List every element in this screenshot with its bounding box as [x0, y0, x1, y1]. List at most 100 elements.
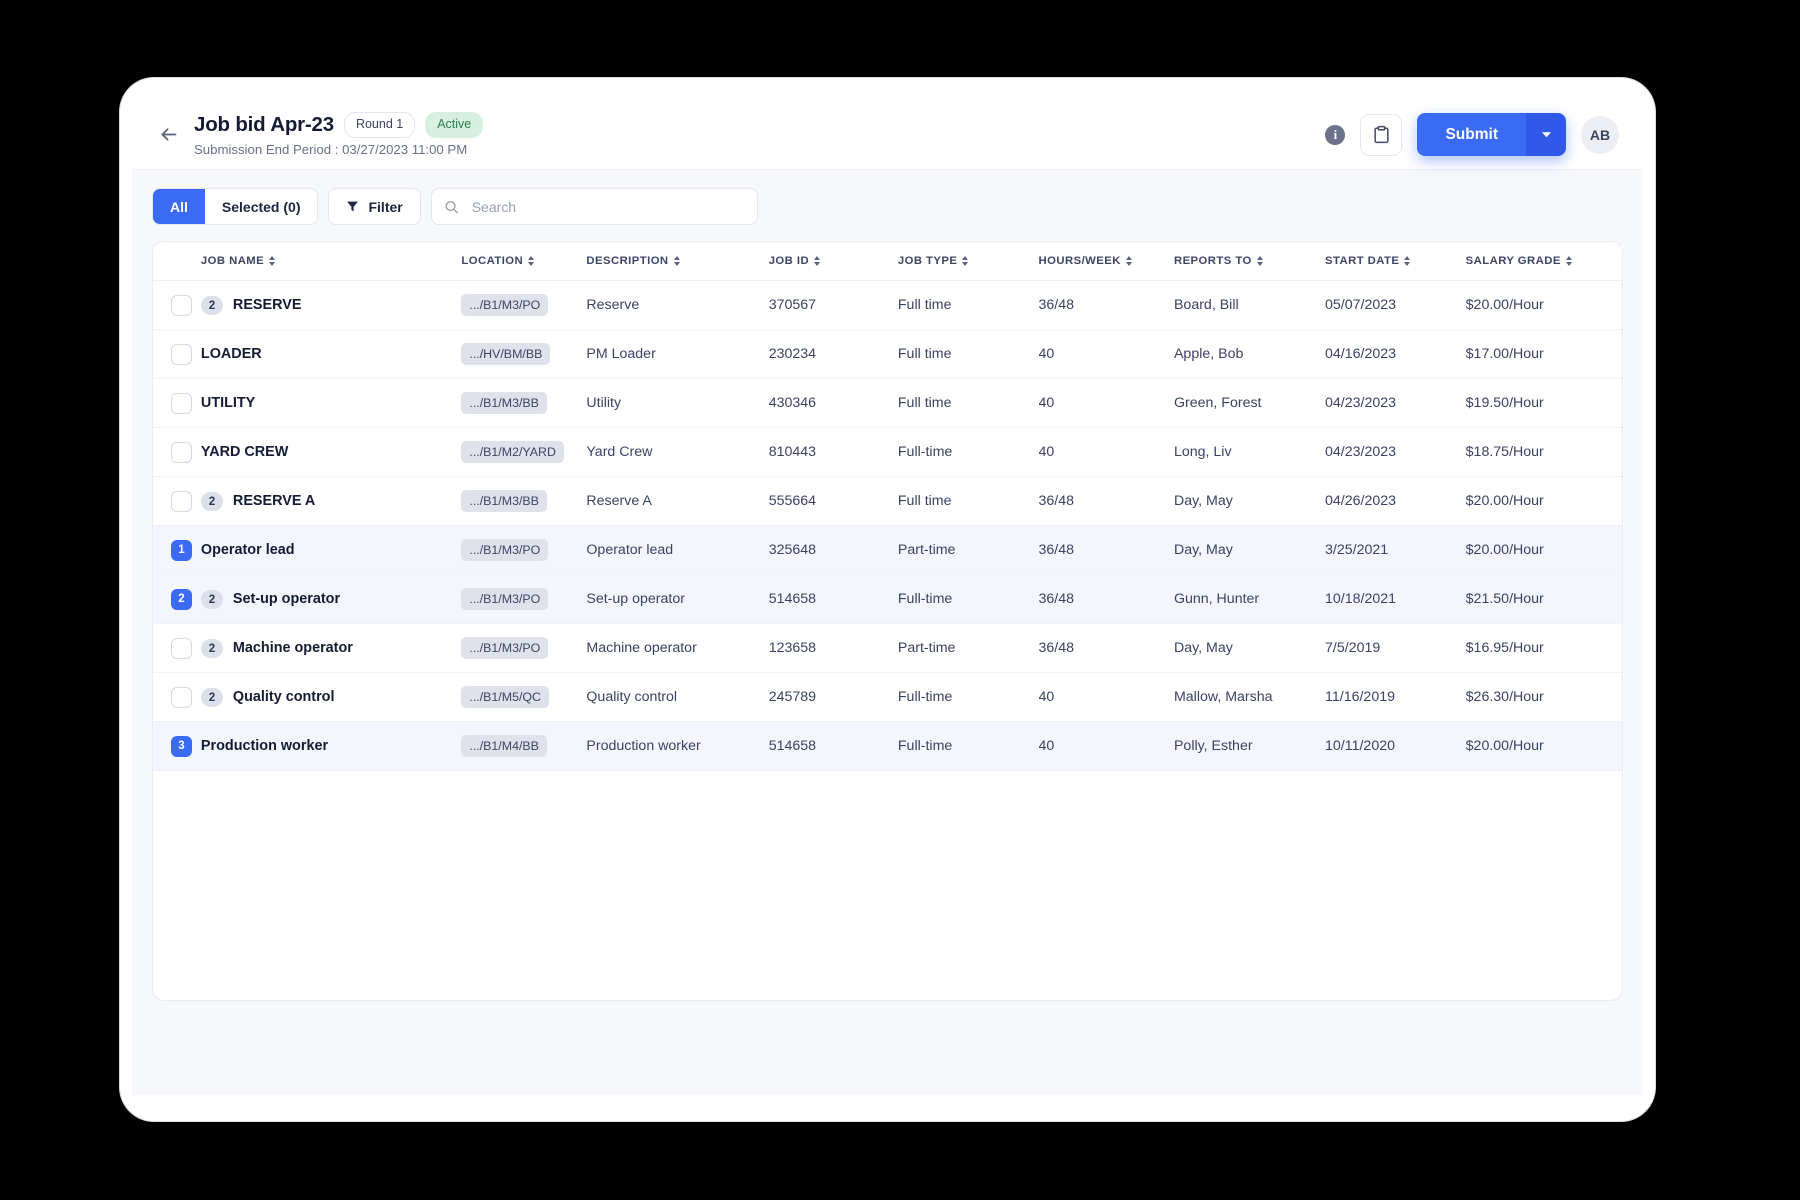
tab-selected[interactable]: Selected (0) — [204, 189, 318, 224]
avatar[interactable]: AB — [1581, 115, 1619, 154]
cell-job-type: Full time — [897, 476, 1039, 526]
submission-period-label: Submission End Period : 03/27/2023 11:00… — [194, 141, 468, 157]
cell-hours-week: 36/48 — [1038, 525, 1174, 575]
column-header-job-name[interactable]: JOB NAME — [200, 242, 462, 281]
arrow-left-icon — [161, 128, 176, 141]
table-row[interactable]: 2 RESERVE .../B1/M3/PO Reserve 370567 Full ti… — [153, 280, 1622, 330]
table-row[interactable]: 3 Production worker .../B1/M4/BB Production… — [153, 721, 1622, 771]
cell-location: .../B1/M4/BB — [461, 721, 587, 771]
sort-icon[interactable] — [1565, 256, 1572, 266]
cell-job-type: Full-time — [897, 574, 1039, 624]
table-row[interactable]: 1 Operator lead .../B1/M3/PO Operator lead 3… — [153, 525, 1622, 575]
location-pill: .../B1/M3/PO — [461, 539, 549, 561]
status-badge: Active — [425, 112, 484, 138]
table-row[interactable]: 2 RESERVE A .../B1/M3/BB Reserve A 555664 Ful… — [153, 476, 1622, 526]
rank-badge[interactable]: 1 — [171, 539, 192, 561]
location-pill: .../B1/M3/PO — [461, 294, 549, 316]
cell-salary-grade: $20.00/Hour — [1465, 280, 1622, 330]
cell-description: Utility — [586, 378, 769, 428]
column-header-job-id[interactable]: JOB ID — [768, 242, 898, 281]
row-checkbox[interactable] — [171, 441, 192, 463]
table-row[interactable]: 2 Machine operator .../B1/M3/PO Machine ope… — [153, 623, 1622, 673]
info-icon[interactable]: i — [1325, 124, 1346, 145]
column-header-reports-to[interactable]: REPORTS TO — [1173, 242, 1326, 281]
row-checkbox[interactable] — [171, 392, 192, 414]
toolbar: All Selected (0) Filter — [152, 188, 1623, 225]
cell-salary-grade: $20.00/Hour — [1465, 476, 1622, 526]
sort-icon[interactable] — [962, 256, 969, 266]
cell-salary-grade: $21.50/Hour — [1465, 574, 1622, 624]
submit-button[interactable]: Submit — [1417, 113, 1526, 156]
cell-reports-to: Day, May — [1173, 623, 1326, 673]
filter-button[interactable]: Filter — [328, 188, 421, 225]
table-row[interactable]: LOADER .../HV/BM/BB PM Loader 230234 Full ti… — [153, 329, 1622, 379]
sort-icon[interactable] — [1125, 256, 1132, 266]
column-header-location[interactable]: LOCATION — [461, 242, 587, 281]
column-header-hours-week[interactable]: HOURS/WEEK — [1038, 242, 1174, 281]
cell-job-type: Full time — [897, 329, 1039, 379]
cell-location: .../B1/M3/PO — [461, 525, 587, 575]
table-body: 2 RESERVE .../B1/M3/PO Reserve 370567 Full ti… — [153, 280, 1622, 771]
table-row[interactable]: YARD CREW .../B1/M2/YARD Yard Crew 810443 Fu… — [153, 427, 1622, 477]
device-frame: Job bid Apr-23 Round 1 Active Submission… — [120, 78, 1655, 1121]
cell-description: Operator lead — [586, 525, 769, 575]
round-chip: Round 1 — [343, 112, 416, 138]
row-select-cell: 3 — [153, 721, 201, 771]
tab-all[interactable]: All — [153, 189, 205, 224]
cell-location: .../B1/M3/PO — [461, 623, 587, 673]
sort-icon[interactable] — [673, 256, 680, 266]
cell-job-id: 230234 — [768, 329, 898, 379]
row-select-cell — [153, 378, 201, 428]
cell-description: Quality control — [586, 672, 769, 722]
cell-description: Set-up operator — [586, 574, 769, 624]
table-row[interactable]: UTILITY .../B1/M3/BB Utility 430346 Full tim… — [153, 378, 1622, 428]
cell-reports-to: Green, Forest — [1173, 378, 1326, 428]
sort-icon[interactable] — [814, 256, 821, 266]
cell-job-name: Production worker — [200, 721, 462, 771]
job-name-label: Operator lead — [200, 542, 295, 558]
rank-badge[interactable]: 2 — [171, 588, 192, 610]
job-name-label: UTILITY — [200, 395, 256, 411]
row-checkbox[interactable] — [171, 490, 192, 512]
table-row[interactable]: 2 Quality control .../B1/M5/QC Quality cont… — [153, 672, 1622, 722]
cell-start-date: 11/16/2019 — [1325, 672, 1466, 722]
position-count-badge: 2 — [200, 295, 223, 315]
table-row[interactable]: 2 2 Set-up operator .../B1/M3/PO Set-up oper… — [153, 574, 1622, 624]
cell-start-date: 7/5/2019 — [1325, 623, 1466, 673]
rank-badge[interactable]: 3 — [171, 735, 192, 757]
column-label: JOB NAME — [200, 255, 265, 267]
row-checkbox[interactable] — [171, 637, 192, 659]
submit-dropdown-toggle[interactable] — [1526, 113, 1566, 156]
cell-job-type: Full time — [897, 378, 1039, 428]
clipboard-button[interactable] — [1360, 113, 1403, 156]
row-select-cell: 2 — [153, 574, 201, 624]
sort-icon[interactable] — [528, 256, 535, 266]
sort-icon[interactable] — [1404, 256, 1411, 266]
column-header-job-type[interactable]: JOB TYPE — [897, 242, 1039, 281]
column-header-description[interactable]: DESCRIPTION — [586, 242, 769, 281]
row-checkbox[interactable] — [171, 294, 192, 316]
cell-reports-to: Apple, Bob — [1173, 329, 1326, 379]
cell-job-id: 123658 — [768, 623, 898, 673]
cell-reports-to: Long, Liv — [1173, 427, 1326, 477]
location-pill: .../B1/M4/BB — [461, 735, 547, 757]
sort-icon[interactable] — [269, 256, 276, 266]
cell-description: Yard Crew — [586, 427, 769, 477]
sort-icon[interactable] — [1256, 256, 1263, 266]
back-button[interactable] — [150, 117, 186, 153]
cell-hours-week: 36/48 — [1038, 476, 1174, 526]
funnel-icon — [347, 201, 359, 212]
cell-location: .../B1/M3/BB — [461, 476, 587, 526]
row-checkbox[interactable] — [171, 343, 192, 365]
cell-hours-week: 40 — [1038, 672, 1174, 722]
search-field-wrapper — [430, 188, 758, 225]
job-name-label: Production worker — [200, 738, 329, 754]
column-header-salary-grade[interactable]: SALARY GRADE — [1465, 242, 1622, 281]
column-label: SALARY GRADE — [1465, 255, 1561, 267]
search-input[interactable] — [430, 188, 758, 225]
cell-start-date: 10/18/2021 — [1325, 574, 1466, 624]
location-pill: .../HV/BM/BB — [461, 343, 551, 365]
cell-job-name: 2 Machine operator — [200, 623, 462, 673]
row-checkbox[interactable] — [171, 686, 192, 708]
column-header-start-date[interactable]: START DATE — [1325, 242, 1466, 281]
